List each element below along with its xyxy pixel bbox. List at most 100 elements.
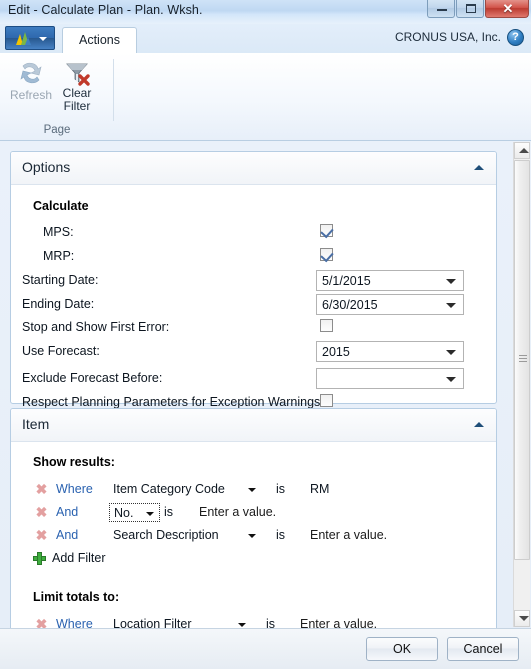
ending-date-label: Ending Date: <box>22 297 95 311</box>
filter-operator: is <box>164 505 174 519</box>
chevron-down-icon[interactable] <box>446 279 456 284</box>
filter-row: ✖ Where Location Filter is Enter a value… <box>11 614 498 628</box>
window-controls: ✕ <box>426 0 529 18</box>
chevron-down-icon[interactable] <box>446 350 456 355</box>
delete-filter-icon[interactable]: ✖ <box>35 505 48 519</box>
vertical-scrollbar[interactable] <box>513 142 530 627</box>
options-fasttab: Options Calculate MPS: MRP: Starting Dat… <box>10 151 497 409</box>
ribbon-group-label: Page <box>43 124 71 136</box>
maximize-button[interactable] <box>456 0 484 18</box>
filter-operator: is <box>266 617 276 628</box>
filter-field-name: Item Category Code <box>113 482 225 496</box>
help-icon[interactable]: ? <box>507 29 524 46</box>
filter-field-name: Location Filter <box>113 617 192 628</box>
ribbon-group-page: Refresh Clear Filter Page <box>0 53 114 140</box>
item-fasttab-header[interactable]: Item <box>11 409 496 442</box>
filter-value[interactable]: Enter a value. <box>199 505 276 519</box>
filter-row: ✖ And No. is Enter a value. <box>11 502 498 524</box>
clear-filter-button[interactable]: Clear Filter <box>52 57 102 119</box>
dynamics-nav-logo-icon <box>16 32 31 45</box>
options-fasttab-header[interactable]: Options <box>11 152 496 185</box>
window-title: Edit - Calculate Plan - Plan. Wksh. <box>8 3 203 17</box>
filter-operator: is <box>276 482 286 496</box>
use-forecast-label: Use Forecast: <box>22 344 100 358</box>
mrp-label: MRP: <box>43 249 75 263</box>
refresh-label: Refresh <box>9 88 53 102</box>
filter-row: ✖ And Search Description is Enter a valu… <box>11 525 498 547</box>
plus-icon <box>33 552 46 565</box>
title-bar: Edit - Calculate Plan - Plan. Wksh. ✕ <box>0 0 531 25</box>
triangle-down-icon <box>519 616 529 621</box>
delete-filter-icon[interactable]: ✖ <box>35 617 48 628</box>
scrollbar-thumb[interactable] <box>514 160 530 560</box>
filter-field-name: Search Description <box>113 528 219 542</box>
ribbon-tab-strip: Actions CRONUS USA, Inc. ? <box>0 24 531 53</box>
filter-field-select[interactable]: Item Category Code <box>109 480 269 499</box>
close-icon: ✕ <box>502 1 514 16</box>
ending-date-value: 6/30/2015 <box>322 298 378 312</box>
starting-date-input[interactable]: 5/1/2015 <box>316 270 464 291</box>
minimize-button[interactable] <box>427 0 455 18</box>
respect-planning-parameters-label: Respect Planning Parameters for Exceptio… <box>22 395 324 409</box>
calculate-group-heading: Calculate <box>33 199 89 213</box>
chevron-down-icon[interactable] <box>238 623 246 627</box>
use-forecast-input[interactable]: 2015 <box>316 341 464 362</box>
options-fasttab-title: Options <box>22 159 71 175</box>
clear-filter-icon <box>66 63 90 86</box>
refresh-button[interactable]: Refresh <box>6 57 56 119</box>
ribbon: Refresh Clear Filter Page <box>0 53 531 141</box>
delete-filter-icon[interactable]: ✖ <box>35 482 48 496</box>
show-results-heading: Show results: <box>33 455 115 469</box>
chevron-down-icon[interactable] <box>248 488 256 492</box>
filter-operator: is <box>276 528 286 542</box>
filter-value[interactable]: Enter a value. <box>310 528 387 542</box>
filter-conjunction: And <box>56 528 79 542</box>
exclude-forecast-before-input[interactable] <box>316 368 464 389</box>
starting-date-value: 5/1/2015 <box>322 274 371 288</box>
tab-actions[interactable]: Actions <box>62 27 137 53</box>
ok-button[interactable]: OK <box>366 637 438 661</box>
filter-value[interactable]: RM <box>310 482 329 496</box>
respect-planning-parameters-checkbox[interactable] <box>320 394 333 407</box>
scroll-down-button[interactable] <box>514 610 530 627</box>
filter-field-select[interactable]: No. <box>109 503 160 522</box>
filter-field-select[interactable]: Search Description <box>109 526 269 545</box>
filter-row: ✖ Where Item Category Code is RM <box>11 479 498 501</box>
filter-conjunction: And <box>56 505 79 519</box>
maximize-icon <box>466 4 476 13</box>
stop-show-first-error-checkbox[interactable] <box>320 319 333 332</box>
stop-show-first-error-label: Stop and Show First Error: <box>22 320 170 334</box>
triangle-up-icon <box>519 148 529 153</box>
chevron-up-icon[interactable] <box>474 422 484 427</box>
mps-checkbox[interactable] <box>320 224 333 237</box>
dialog-button-bar: OK Cancel <box>0 628 531 669</box>
application-menu-button[interactable] <box>5 26 55 50</box>
filter-field-name: No. <box>114 506 134 520</box>
ending-date-input[interactable]: 6/30/2015 <box>316 294 464 315</box>
close-button[interactable]: ✕ <box>485 0 529 18</box>
refresh-icon <box>20 62 42 84</box>
starting-date-label: Starting Date: <box>22 273 99 287</box>
exclude-forecast-before-label: Exclude Forecast Before: <box>22 371 163 385</box>
scrollbar-grip-icon <box>519 355 527 363</box>
chevron-up-icon[interactable] <box>474 165 484 170</box>
filter-conjunction: Where <box>56 617 93 628</box>
content-scroll-pane: Options Calculate MPS: MRP: Starting Dat… <box>0 141 531 628</box>
chevron-down-icon <box>39 37 47 41</box>
cancel-button[interactable]: Cancel <box>447 637 519 661</box>
chevron-down-icon[interactable] <box>446 377 456 382</box>
application-window: Edit - Calculate Plan - Plan. Wksh. ✕ Ac… <box>0 0 531 669</box>
item-fasttab-title: Item <box>22 416 50 432</box>
filter-field-select[interactable]: Location Filter <box>109 615 259 628</box>
filter-conjunction: Where <box>56 482 93 496</box>
use-forecast-value: 2015 <box>322 345 350 359</box>
item-fasttab: Item Show results: ✖ Where Item Category… <box>10 408 497 628</box>
mrp-checkbox[interactable] <box>320 248 333 261</box>
chevron-down-icon[interactable] <box>248 534 256 538</box>
chevron-down-icon[interactable] <box>446 303 456 308</box>
scroll-up-button[interactable] <box>514 142 530 159</box>
limit-totals-heading: Limit totals to: <box>33 590 120 604</box>
delete-filter-icon[interactable]: ✖ <box>35 528 48 542</box>
filter-value[interactable]: Enter a value. <box>300 617 377 628</box>
chevron-down-icon[interactable] <box>146 512 154 516</box>
